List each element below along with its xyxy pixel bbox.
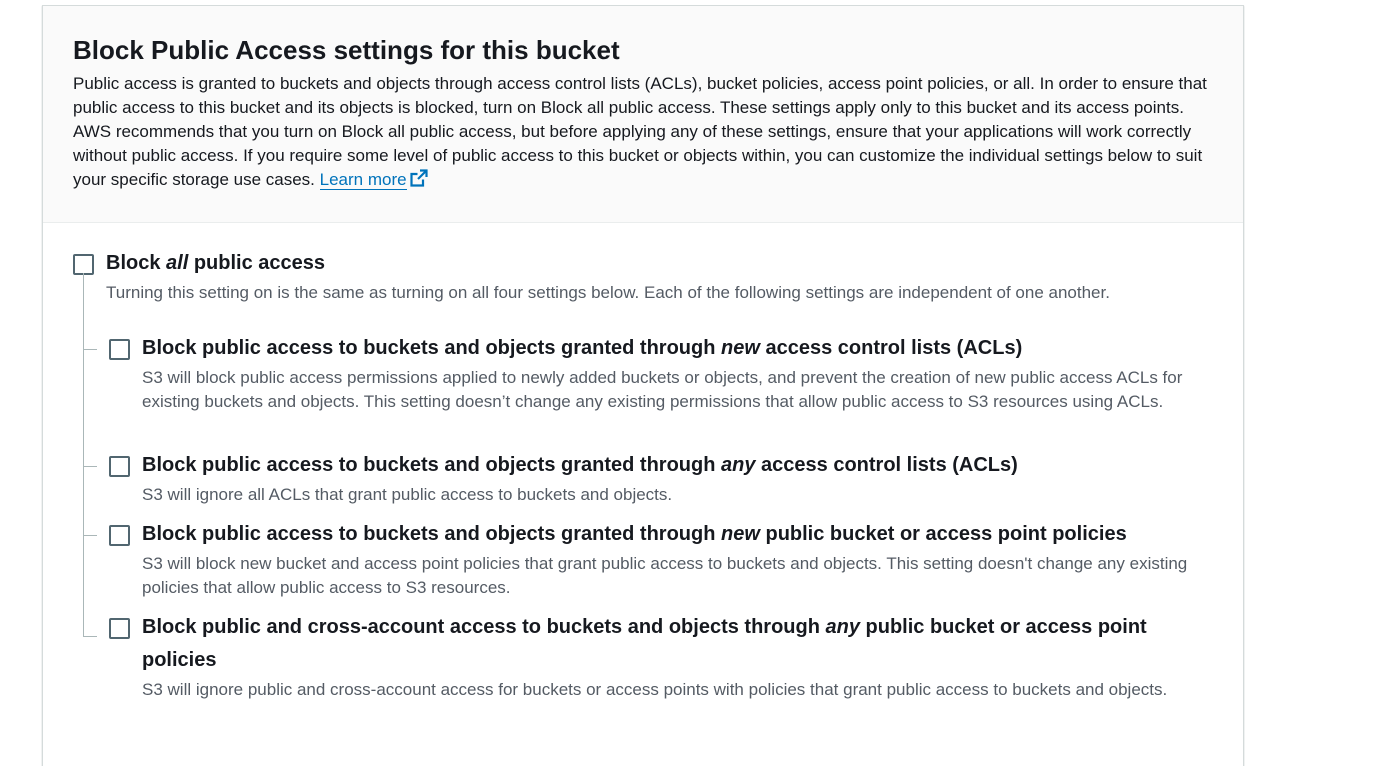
tree-branch-2 [83, 466, 97, 467]
option-new-policies-description: S3 will block new bucket and access poin… [142, 554, 1188, 597]
block-all-label-post: public access [188, 252, 326, 274]
option-3-label-em: new [721, 523, 760, 545]
learn-more-link[interactable]: Learn more [319, 170, 407, 190]
option-any-policies-checkbox[interactable] [109, 618, 130, 639]
external-link-icon[interactable] [409, 168, 429, 188]
panel-header: Block Public Access settings for this bu… [43, 6, 1243, 223]
option-new-policies-label: Block public access to buckets and objec… [142, 518, 1127, 551]
option-4-label-pre: Block public and cross-account access to… [142, 616, 826, 638]
option-new-acls-description: S3 will block public access permissions … [142, 368, 1183, 411]
block-all-checkbox[interactable] [73, 254, 94, 275]
block-public-access-panel: Block Public Access settings for this bu… [42, 5, 1244, 766]
tree-branch-3 [83, 535, 97, 536]
option-any-acls-checkbox[interactable] [109, 456, 130, 477]
block-all-label-em: all [166, 252, 189, 274]
panel-description-text: Public access is granted to buckets and … [73, 74, 1207, 189]
option-any-acls-label: Block public access to buckets and objec… [142, 449, 1018, 482]
tree-branch-4 [83, 636, 97, 637]
block-all-label-pre: Block [106, 252, 167, 274]
option-4-label-em: any [825, 616, 860, 638]
option-2-label-em: any [721, 454, 756, 476]
panel-title: Block Public Access settings for this bu… [73, 35, 620, 65]
tree-connector [83, 273, 84, 637]
option-any-acls-description: S3 will ignore all ACLs that grant publi… [142, 485, 673, 504]
option-2-label-pre: Block public access to buckets and objec… [142, 454, 722, 476]
option-any-policies-label: Block public and cross-account access to… [142, 611, 1182, 677]
option-new-acls-label: Block public access to buckets and objec… [142, 332, 1022, 365]
option-new-policies-checkbox[interactable] [109, 525, 130, 546]
option-new-acls-checkbox[interactable] [109, 339, 130, 360]
tree-branch-1 [83, 349, 97, 350]
option-1-label-pre: Block public access to buckets and objec… [142, 337, 722, 359]
block-all-label: Block all public access [106, 247, 325, 280]
option-1-label-em: new [721, 337, 760, 359]
option-3-label-post: public bucket or access point policies [759, 523, 1127, 545]
panel-description: Public access is granted to buckets and … [73, 72, 1213, 192]
option-3-label-pre: Block public access to buckets and objec… [142, 523, 722, 545]
option-any-policies-description: S3 will ignore public and cross-account … [142, 680, 1168, 699]
option-2-label-post: access control lists (ACLs) [755, 454, 1018, 476]
option-1-label-post: access control lists (ACLs) [759, 337, 1023, 359]
block-all-description: Turning this setting on is the same as t… [106, 283, 1110, 302]
